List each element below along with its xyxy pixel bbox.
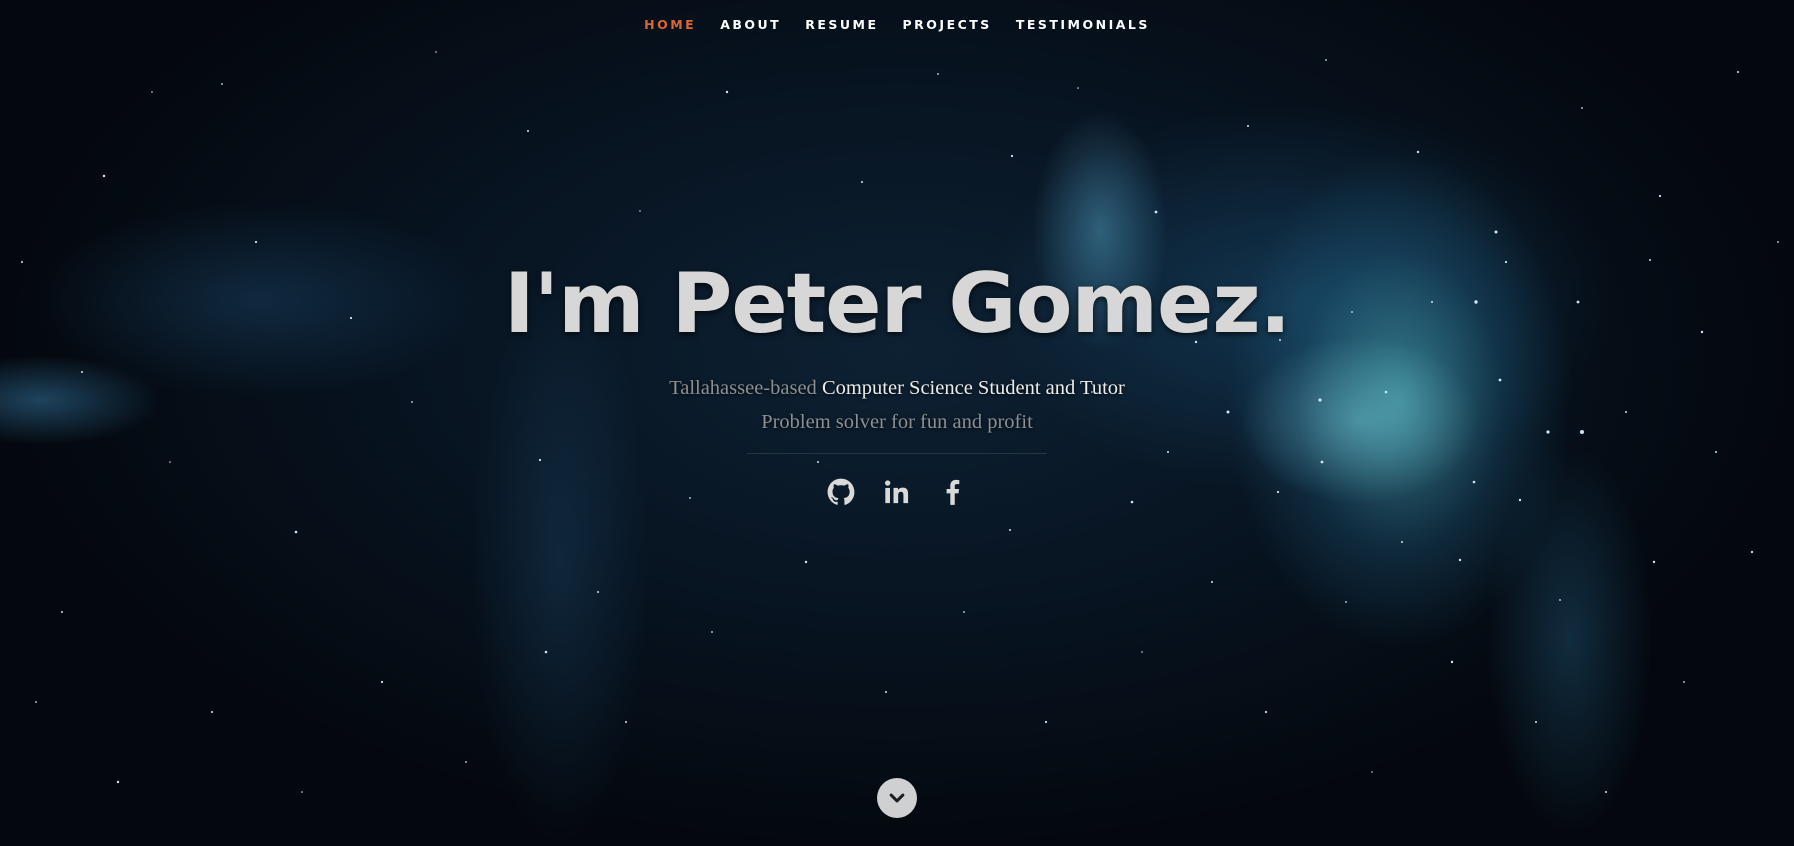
nav-item-home[interactable]: HOME bbox=[644, 17, 696, 32]
page-title: I'm Peter Gomez. bbox=[503, 255, 1291, 352]
scroll-down-button[interactable] bbox=[877, 778, 917, 818]
nav-item-about[interactable]: ABOUT bbox=[720, 17, 781, 32]
tagline-text: Problem solver for fun and profit bbox=[761, 411, 1033, 433]
hero-section: HOME ABOUT RESUME PROJECTS TESTIMONIALS … bbox=[0, 0, 1794, 846]
banner-description: Tallahassee-based Computer Science Stude… bbox=[0, 371, 1794, 439]
linkedin-icon[interactable] bbox=[883, 478, 911, 506]
chevron-down-icon bbox=[889, 793, 905, 803]
banner-divider bbox=[747, 453, 1047, 454]
main-nav: HOME ABOUT RESUME PROJECTS TESTIMONIALS bbox=[0, 0, 1794, 48]
banner: I'm Peter Gomez. Tallahassee-based Compu… bbox=[0, 262, 1794, 506]
nav-item-resume[interactable]: RESUME bbox=[805, 17, 878, 32]
social-links bbox=[0, 478, 1794, 506]
facebook-icon[interactable] bbox=[939, 478, 967, 506]
nav-item-projects[interactable]: PROJECTS bbox=[903, 17, 992, 32]
location-prefix: Tallahassee-based bbox=[669, 377, 817, 399]
nav-item-testimonials[interactable]: TESTIMONIALS bbox=[1016, 17, 1150, 32]
role-text: Computer Science Student and Tutor bbox=[821, 377, 1125, 399]
github-icon[interactable] bbox=[827, 478, 855, 506]
